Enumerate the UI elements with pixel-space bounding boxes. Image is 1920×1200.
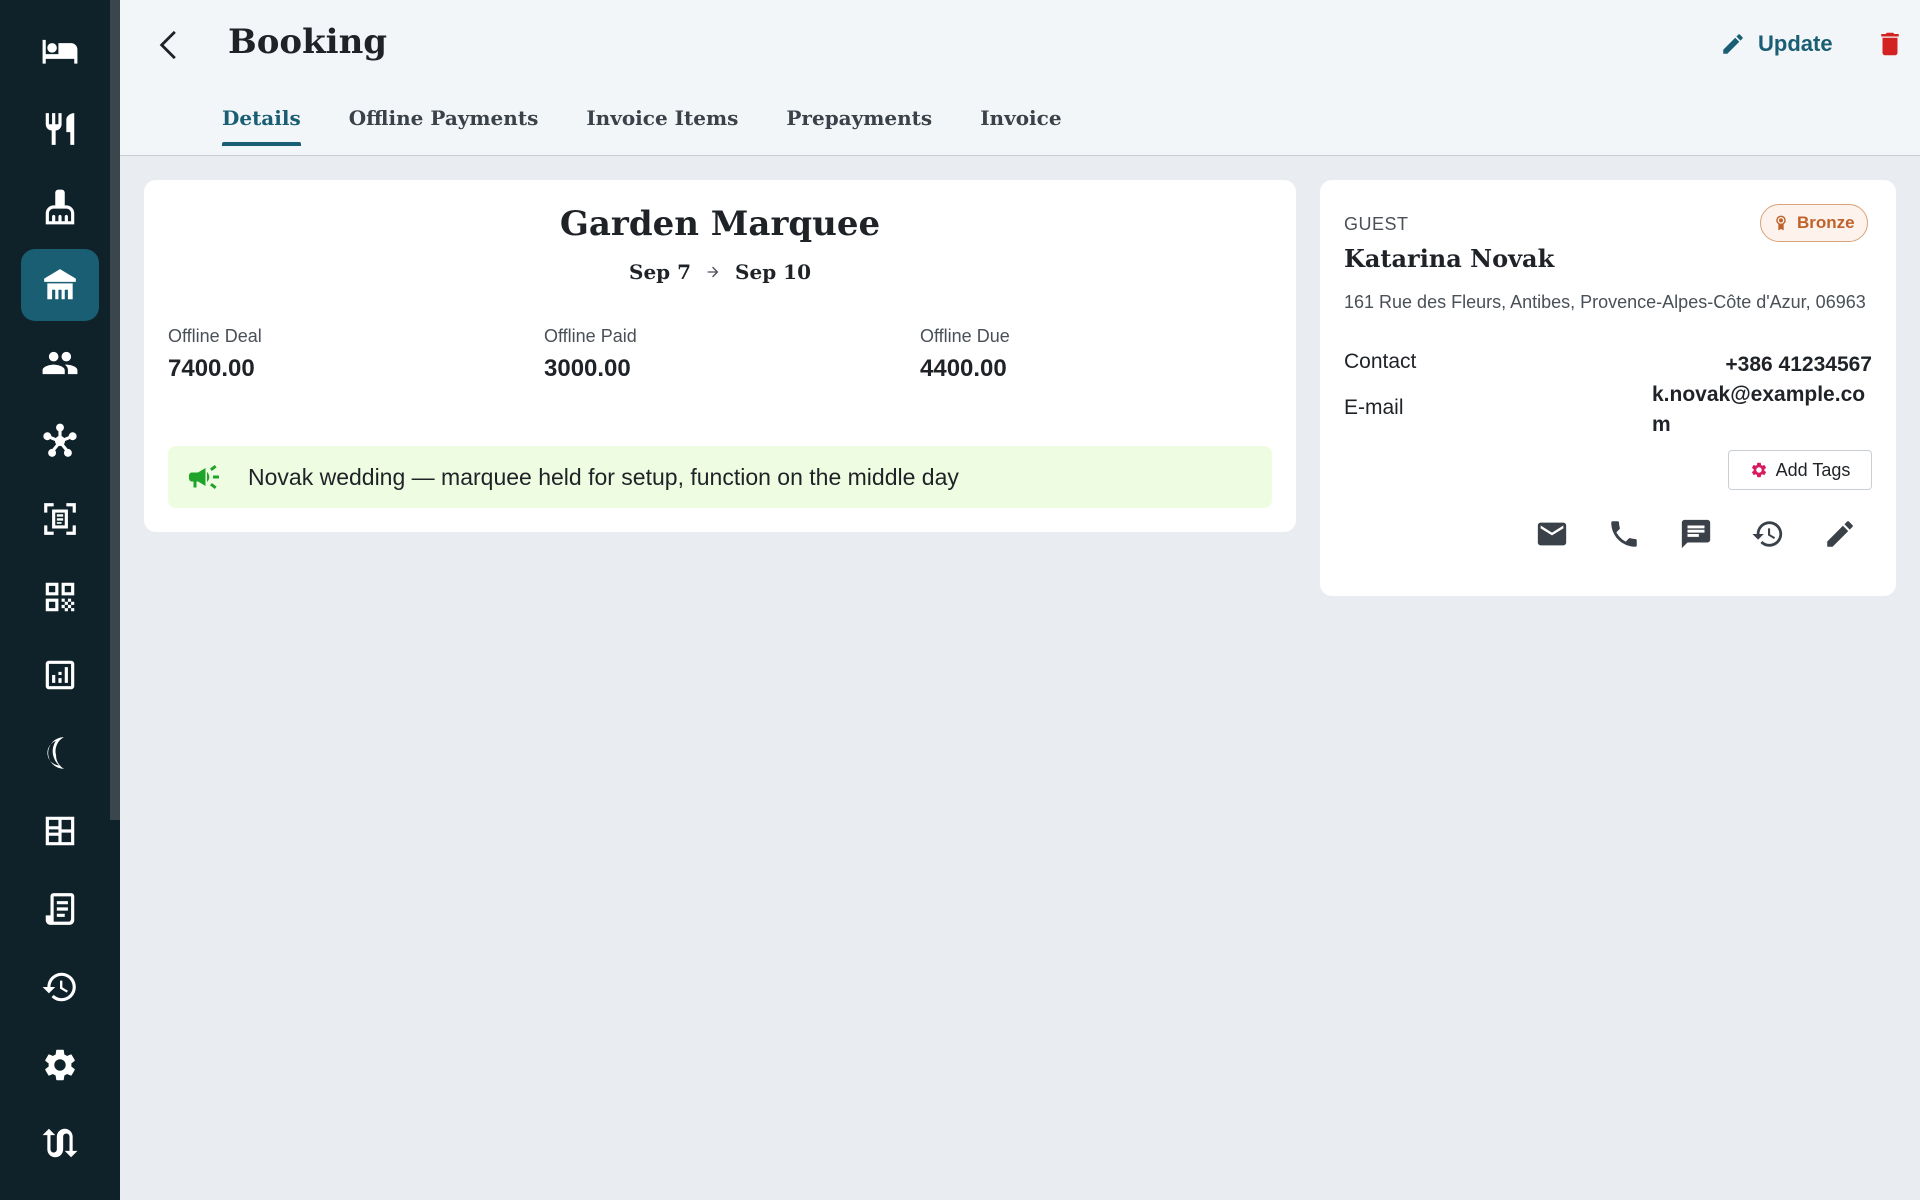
page-header: Booking Update Details Offline Payments … xyxy=(120,0,1920,156)
sidebar-item-settings[interactable] xyxy=(21,1029,99,1101)
guest-section-label: GUEST xyxy=(1344,214,1409,234)
stat-label: Offline Paid xyxy=(544,326,637,346)
stat-value: 7400.00 xyxy=(168,355,255,382)
offline-stats: Offline Deal 7400.00 Offline Paid 3000.0… xyxy=(168,326,1298,383)
add-tags-label: Add Tags xyxy=(1775,459,1851,480)
sidebar xyxy=(0,0,120,1200)
history-icon xyxy=(1752,521,1783,547)
mail-icon xyxy=(1537,522,1567,546)
update-button-label: Update xyxy=(1758,31,1833,56)
trash-icon xyxy=(1881,32,1899,56)
booking-dates: Sep 7 Sep 10 xyxy=(144,260,1296,284)
sidebar-item-floor-plan[interactable] xyxy=(21,795,99,867)
delete-button[interactable] xyxy=(1872,24,1908,64)
tier-badge: Bronze xyxy=(1760,204,1868,242)
edit-guest-button[interactable] xyxy=(1822,516,1858,552)
arrow-right-icon xyxy=(707,266,719,278)
sidebar-item-restaurant[interactable] xyxy=(21,93,99,165)
sidebar-item-network[interactable] xyxy=(21,405,99,477)
guest-actions xyxy=(1534,516,1858,552)
booking-card: Garden Marquee Sep 7 Sep 10 Offline Deal… xyxy=(144,180,1296,532)
booking-note-text: Novak wedding — marquee held for setup, … xyxy=(248,463,959,490)
qr-code-icon xyxy=(45,582,75,612)
date-from: Sep 7 xyxy=(629,260,692,284)
email-label: E-mail xyxy=(1344,396,1404,419)
award-icon xyxy=(1776,215,1786,231)
sidebar-item-scan[interactable] xyxy=(21,483,99,555)
stat-value: 4400.00 xyxy=(920,355,1007,382)
tier-badge-label: Bronze xyxy=(1797,213,1855,232)
update-button[interactable]: Update xyxy=(1720,24,1833,64)
people-icon xyxy=(42,351,78,375)
analytics-icon xyxy=(45,660,75,690)
sidebar-item-receipt[interactable] xyxy=(21,873,99,945)
restaurant-icon xyxy=(45,113,75,145)
sidebar-item-qr[interactable] xyxy=(21,561,99,633)
megaphone-icon xyxy=(189,465,219,489)
sidebar-item-housekeeping[interactable] xyxy=(21,171,99,243)
guest-history-button[interactable] xyxy=(1750,516,1786,552)
history-icon xyxy=(42,972,76,1002)
sidebar-item-sync[interactable] xyxy=(21,1107,99,1179)
receipt-icon xyxy=(45,893,75,925)
floor-plan-icon xyxy=(45,816,75,846)
stat-offline-due: Offline Due 4400.00 xyxy=(920,326,1296,383)
email-row: E-mail k.novak@example.com xyxy=(1344,380,1872,440)
tab-details[interactable]: Details xyxy=(222,98,301,146)
contact-label: Contact xyxy=(1344,350,1417,373)
night-audit-icon xyxy=(47,737,64,769)
sidebar-item-history[interactable] xyxy=(21,951,99,1023)
gear-icon xyxy=(1751,462,1766,478)
network-icon xyxy=(43,423,77,457)
stat-offline-deal: Offline Deal 7400.00 xyxy=(168,326,544,383)
email-button[interactable] xyxy=(1534,516,1570,552)
stat-label: Offline Due xyxy=(920,326,1010,346)
stat-offline-paid: Offline Paid 3000.00 xyxy=(544,326,920,383)
sidebar-item-people[interactable] xyxy=(21,327,99,399)
date-to: Sep 10 xyxy=(735,260,811,284)
scan-document-icon xyxy=(44,503,76,535)
call-button[interactable] xyxy=(1606,516,1642,552)
phone-icon xyxy=(1611,521,1637,547)
bed-icon xyxy=(42,39,78,64)
tab-invoice[interactable]: Invoice xyxy=(980,98,1061,146)
guest-address: 161 Rue des Fleurs, Antibes, Provence-Al… xyxy=(1344,292,1866,312)
housekeeping-icon xyxy=(45,189,75,225)
stat-label: Offline Deal xyxy=(168,326,262,346)
sidebar-item-night-audit[interactable] xyxy=(21,717,99,789)
sidebar-item-rooms[interactable] xyxy=(21,15,99,87)
guest-name: Katarina Novak xyxy=(1344,244,1555,273)
booking-note: Novak wedding — marquee held for setup, … xyxy=(168,446,1272,508)
message-button[interactable] xyxy=(1678,516,1714,552)
contact-value: +386 41234567 xyxy=(1725,353,1872,376)
contact-row: Contact +386 41234567 xyxy=(1344,350,1872,380)
chat-icon xyxy=(1681,519,1711,549)
back-button[interactable] xyxy=(148,22,194,68)
page-title: Booking xyxy=(228,22,388,62)
venue-icon xyxy=(44,269,76,300)
tab-prepayments[interactable]: Prepayments xyxy=(786,98,932,146)
email-value: k.novak@example.com xyxy=(1652,383,1866,436)
stat-value: 3000.00 xyxy=(544,355,631,382)
sync-icon xyxy=(42,1128,78,1158)
guest-card: GUEST Bronze Katarina Novak 161 Rue des … xyxy=(1320,180,1896,596)
pencil-icon xyxy=(1827,521,1853,547)
tab-bar: Details Offline Payments Invoice Items P… xyxy=(222,98,1062,146)
tab-offline-payments[interactable]: Offline Payments xyxy=(349,98,539,146)
add-tags-button[interactable]: Add Tags xyxy=(1728,450,1872,490)
tab-invoice-items[interactable]: Invoice Items xyxy=(586,98,738,146)
settings-icon xyxy=(45,1049,75,1081)
pencil-icon xyxy=(1723,34,1743,54)
sidebar-scrollbar[interactable] xyxy=(110,0,120,820)
sidebar-item-analytics[interactable] xyxy=(21,639,99,711)
room-name: Garden Marquee xyxy=(559,204,881,244)
chevron-left-icon xyxy=(159,30,176,60)
sidebar-item-venue[interactable] xyxy=(21,249,99,321)
